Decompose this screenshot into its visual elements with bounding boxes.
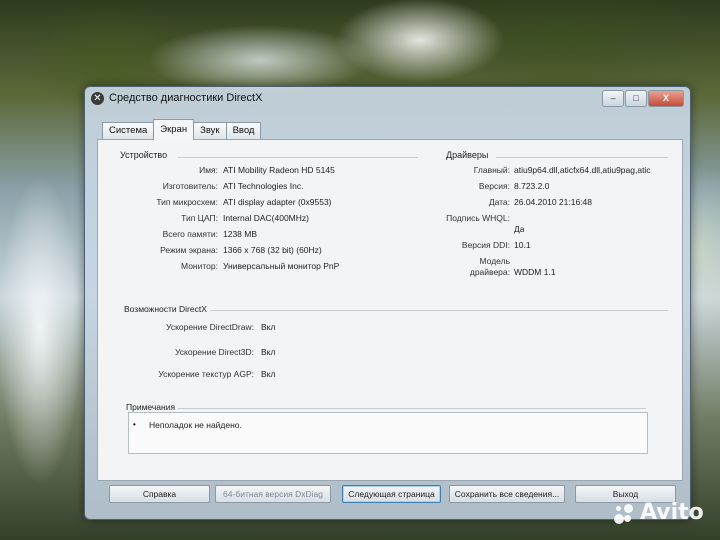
avito-logo-icon xyxy=(612,502,636,524)
notes-text: Неполадок не найдено. xyxy=(149,420,242,430)
total-memory-label: Всего памяти: xyxy=(162,229,218,239)
notes-heading: Примечания xyxy=(126,402,176,412)
dxdiag-window: ✕ Средство диагностики DirectX – □ X Сис… xyxy=(84,86,691,520)
driver-version-value: 8.723.2.0 xyxy=(514,181,550,191)
driver-version-label: Версия: xyxy=(478,181,510,191)
close-button[interactable]: X xyxy=(648,90,684,107)
ddi-version-label: Версия DDI: xyxy=(461,240,510,250)
driver-date-value: 26.04.2010 21:16:48 xyxy=(514,197,592,207)
manufacturer-label: Изготовитель: xyxy=(162,181,218,191)
directx-x-icon: ✕ xyxy=(91,92,104,105)
directdraw-label: Ускорение DirectDraw: xyxy=(165,322,254,332)
chip-type-value: ATI display adapter (0x9553) xyxy=(223,197,332,207)
direct3d-label: Ускорение Direct3D: xyxy=(174,347,254,357)
agp-texture-value: Вкл xyxy=(261,369,276,379)
chip-type-label: Тип микросхем: xyxy=(156,197,218,207)
directdraw-value: Вкл xyxy=(261,322,276,332)
tab-system[interactable]: Система xyxy=(102,122,155,139)
help-button[interactable]: Справка xyxy=(109,485,210,503)
drivers-divider xyxy=(496,157,668,158)
driver-model-value: WDDM 1.1 xyxy=(514,267,556,277)
ddi-version-value: 10.1 xyxy=(514,240,531,250)
maximize-button[interactable]: □ xyxy=(625,90,647,107)
next-page-button[interactable]: Следующая страница xyxy=(342,485,441,503)
dxdiag-64bit-button[interactable]: 64-битная версия DxDiag xyxy=(215,485,331,503)
device-divider xyxy=(178,157,418,158)
device-name-value: ATI Mobility Radeon HD 5145 xyxy=(223,165,335,175)
tab-sound[interactable]: Звук xyxy=(193,122,227,139)
agp-texture-label: Ускорение текстур AGP: xyxy=(158,369,254,379)
total-memory-value: 1238 MB xyxy=(223,229,258,239)
minimize-button[interactable]: – xyxy=(602,90,624,107)
avito-text: Avito xyxy=(640,500,704,525)
main-driver-label: Главный: xyxy=(473,165,510,175)
whql-label: Подпись WHQL: xyxy=(446,213,510,223)
button-bar: Справка 64-битная версия DxDiag Следующа… xyxy=(97,485,681,505)
direct3d-value: Вкл xyxy=(261,347,276,357)
display-mode-label: Режим экрана: xyxy=(160,245,218,255)
caption-buttons: – □ X xyxy=(602,90,684,107)
dac-type-value: Internal DAC(400MHz) xyxy=(223,213,309,223)
notes-divider xyxy=(178,408,646,409)
whql-value: Да xyxy=(514,224,525,234)
driver-model-label: драйвера: xyxy=(469,267,510,277)
display-mode-value: 1366 x 768 (32 bit) (60Hz) xyxy=(223,245,322,255)
tab-display[interactable]: Экран xyxy=(153,119,195,140)
monitor-value: Универсальный монитор PnP xyxy=(223,261,340,271)
features-heading: Возможности DirectX xyxy=(124,304,207,314)
features-divider xyxy=(210,310,668,311)
device-name-label: Имя: xyxy=(199,165,218,175)
notes-box[interactable]: • Неполадок не найдено. xyxy=(128,412,648,454)
display-tab-panel: Устройство Имя: ATI Mobility Radeon HD 5… xyxy=(97,139,683,481)
tab-input[interactable]: Ввод xyxy=(225,122,262,139)
notes-bullet: • xyxy=(133,420,136,429)
drivers-heading: Драйверы xyxy=(446,150,489,160)
driver-model-label-line1: Модель xyxy=(479,256,510,266)
manufacturer-value: ATI Technologies Inc. xyxy=(223,181,304,191)
driver-date-label: Дата: xyxy=(488,197,510,207)
tab-strip: Система Экран Звук Ввод xyxy=(102,119,262,140)
monitor-label: Монитор: xyxy=(181,261,218,271)
window-title: Средство диагностики DirectX xyxy=(109,92,263,104)
title-bar[interactable]: ✕ Средство диагностики DirectX – □ X xyxy=(85,87,690,109)
device-heading: Устройство xyxy=(120,150,168,160)
save-all-info-button[interactable]: Сохранить все сведения... xyxy=(449,485,565,503)
avito-watermark: Avito xyxy=(612,500,704,525)
dac-type-label: Тип ЦАП: xyxy=(181,213,218,223)
main-driver-value: atiu9p64.dll,aticfx64.dll,atiu9pag,atic xyxy=(514,165,651,175)
